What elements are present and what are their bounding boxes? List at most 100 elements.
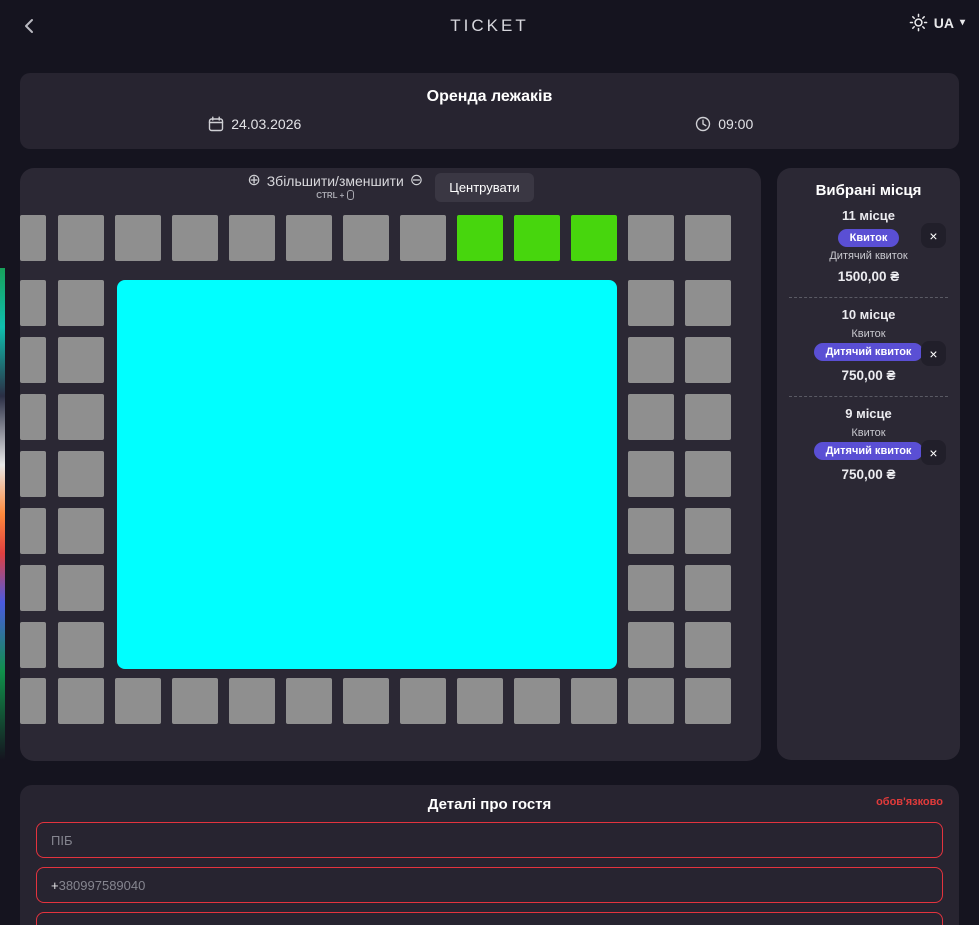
seat-selected[interactable] (514, 215, 560, 261)
calendar-icon (208, 116, 224, 132)
page: TICKET UA ▾ Оренда лежаків (0, 0, 979, 925)
seat[interactable] (58, 565, 104, 611)
event-meta: 24.03.2026 09:00 (20, 116, 959, 132)
ticket-type-label: Квиток (789, 427, 948, 439)
seat[interactable] (628, 337, 674, 383)
event-date: 24.03.2026 (20, 116, 490, 132)
seat[interactable] (286, 678, 332, 724)
seat[interactable] (400, 678, 446, 724)
seat[interactable] (628, 451, 674, 497)
seat[interactable] (229, 215, 275, 261)
seat[interactable] (115, 215, 161, 261)
seat[interactable] (685, 394, 731, 440)
seat-map-panel: ⊕ Збільшити/зменшити ⊖ CTRL + Центрувати (20, 168, 761, 761)
seat[interactable] (20, 508, 46, 554)
header: TICKET UA ▾ (0, 0, 979, 52)
sidebar-title: Вибрані місця (777, 168, 960, 199)
seat[interactable] (58, 622, 104, 668)
seat[interactable] (20, 394, 46, 440)
zoom-in-icon[interactable]: ⊕ (247, 173, 260, 189)
brightness-icon[interactable] (909, 13, 928, 32)
seat-selected[interactable] (571, 215, 617, 261)
remove-seat-button[interactable]: × (921, 440, 946, 465)
background-artwork-sliver (0, 268, 5, 760)
clock-icon (695, 116, 711, 132)
ticket-type-label: Квиток (789, 328, 948, 340)
selected-seat-item: 11 місцеКвитокДитячий квиток1500,00 ₴× (789, 199, 948, 297)
seat[interactable] (514, 678, 560, 724)
phone-input[interactable] (59, 878, 928, 893)
seat[interactable] (343, 215, 389, 261)
seat[interactable] (685, 451, 731, 497)
language-switcher[interactable]: UA ▾ (909, 13, 965, 32)
seat[interactable] (286, 215, 332, 261)
selected-seat-item: 10 місцеКвитокДитячий квиток750,00 ₴× (789, 297, 948, 396)
seat[interactable] (628, 394, 674, 440)
seat[interactable] (400, 215, 446, 261)
selected-seats-sidebar: Вибрані місця 11 місцеКвитокДитячий квит… (777, 168, 960, 760)
seat-price: 750,00 ₴ (789, 368, 948, 383)
seat[interactable] (628, 678, 674, 724)
seat-price: 750,00 ₴ (789, 467, 948, 482)
seat[interactable] (20, 565, 46, 611)
seat[interactable] (115, 678, 161, 724)
seat[interactable] (343, 678, 389, 724)
phone-prefix: + (51, 878, 59, 893)
mouse-icon (347, 190, 354, 200)
seat-number-label: 10 місце (789, 307, 948, 322)
zoom-controls: ⊕ Збільшити/зменшити ⊖ CTRL + (247, 173, 423, 200)
seat[interactable] (20, 622, 46, 668)
selected-seats-list: 11 місцеКвитокДитячий квиток1500,00 ₴×10… (777, 199, 960, 495)
center-map-button[interactable]: Центрувати (435, 173, 533, 202)
phone-field[interactable]: + (36, 867, 943, 903)
event-time-label: 09:00 (718, 116, 753, 132)
seat[interactable] (58, 508, 104, 554)
seat[interactable] (628, 280, 674, 326)
seat[interactable] (628, 565, 674, 611)
seat[interactable] (628, 622, 674, 668)
seat[interactable] (571, 678, 617, 724)
guest-details-card: обов'язково Деталі про гостя + (20, 785, 959, 925)
seat[interactable] (58, 215, 104, 261)
seat[interactable] (58, 678, 104, 724)
seat[interactable] (229, 678, 275, 724)
language-label: UA (934, 15, 954, 31)
remove-seat-button[interactable]: × (921, 223, 946, 248)
seat[interactable] (685, 508, 731, 554)
name-input[interactable] (36, 822, 943, 858)
seat-price: 1500,00 ₴ (789, 269, 948, 284)
seat[interactable] (20, 280, 46, 326)
seat[interactable] (20, 337, 46, 383)
seat[interactable] (20, 451, 46, 497)
seat[interactable] (685, 622, 731, 668)
seat[interactable] (58, 451, 104, 497)
email-input[interactable] (36, 912, 943, 925)
zoom-hint: CTRL + (247, 190, 423, 200)
seat[interactable] (457, 678, 503, 724)
seat[interactable] (58, 337, 104, 383)
seat[interactable] (20, 215, 46, 261)
seat[interactable] (58, 394, 104, 440)
required-note: обов'язково (876, 796, 943, 808)
seat[interactable] (685, 337, 731, 383)
seat[interactable] (20, 678, 46, 724)
seat-selected[interactable] (457, 215, 503, 261)
seat[interactable] (628, 215, 674, 261)
event-time: 09:00 (490, 116, 960, 132)
seat[interactable] (685, 678, 731, 724)
seat[interactable] (172, 215, 218, 261)
seat[interactable] (685, 215, 731, 261)
zoom-out-icon[interactable]: ⊖ (410, 173, 423, 189)
selected-seat-item: 9 місцеКвитокДитячий квиток750,00 ₴× (789, 396, 948, 495)
seat[interactable] (628, 508, 674, 554)
event-title: Оренда лежаків (20, 88, 959, 106)
event-card: Оренда лежаків 24.03.2026 (20, 73, 959, 149)
seat[interactable] (685, 280, 731, 326)
event-date-label: 24.03.2026 (231, 116, 301, 132)
remove-seat-button[interactable]: × (921, 341, 946, 366)
seat[interactable] (172, 678, 218, 724)
map-controls: ⊕ Збільшити/зменшити ⊖ CTRL + Центрувати (20, 168, 761, 202)
seat[interactable] (685, 565, 731, 611)
pool-area (117, 280, 617, 669)
seat[interactable] (58, 280, 104, 326)
